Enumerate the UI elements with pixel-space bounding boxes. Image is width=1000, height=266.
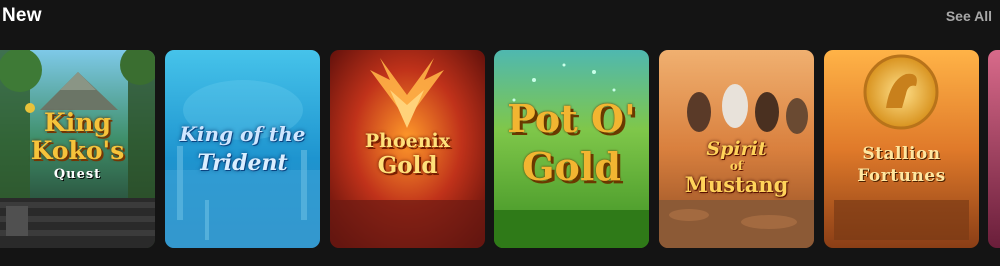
game-tile-spirit-of-mustang[interactable]: Spirit of Mustang xyxy=(659,50,814,248)
game-title-line: Fortunes xyxy=(857,166,946,186)
game-tile-king-kokos-quest[interactable]: King Koko's Quest xyxy=(0,50,155,248)
game-tile-phoenix-gold[interactable]: Phoenix Gold xyxy=(330,50,485,248)
game-tile-pot-o-gold[interactable]: Pot O' Gold xyxy=(494,50,649,248)
game-tile-stallion-fortunes[interactable]: Stallion Fortunes xyxy=(824,50,979,248)
game-title-line: of xyxy=(729,159,744,173)
game-title-line: King xyxy=(44,108,111,137)
game-title-line: Stallion xyxy=(862,144,941,164)
game-tile-partial[interactable] xyxy=(988,50,1000,248)
section-header: New See All xyxy=(0,0,1000,36)
game-title-line: Koko's xyxy=(30,136,125,165)
game-title-line: Mustang xyxy=(684,172,789,197)
game-title-line: King of the xyxy=(179,122,306,146)
game-tile-king-of-the-trident[interactable]: King of the Trident xyxy=(165,50,320,248)
game-title-line: Spirit xyxy=(706,138,767,160)
game-title-line: Phoenix xyxy=(364,130,451,152)
section-title: New xyxy=(2,5,42,26)
see-all-link[interactable]: See All xyxy=(946,8,992,24)
game-title-line: Gold xyxy=(522,144,621,189)
game-title-line: Quest xyxy=(53,167,102,182)
game-title-line: Gold xyxy=(377,152,438,179)
game-artwork xyxy=(165,50,320,248)
game-title-line: Pot O' xyxy=(507,96,636,141)
game-artwork xyxy=(988,50,1000,248)
game-carousel: King Koko's Quest King of the Trident Ph… xyxy=(0,50,1000,248)
game-title-line: Trident xyxy=(197,150,288,176)
